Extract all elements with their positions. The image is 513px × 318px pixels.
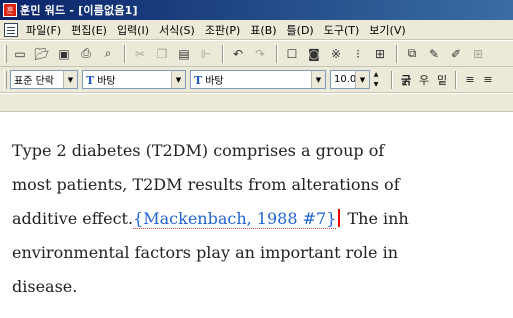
title-bar: 훈 훈민 워드 - [이름없음1] <box>0 0 513 20</box>
special-char-2-icon[interactable]: ⁝ <box>348 44 368 64</box>
paragraph-line: disease. <box>12 277 78 296</box>
spin-down-icon[interactable]: ▼ <box>371 80 381 90</box>
font-size-value: 10.0 <box>334 74 355 85</box>
paragraph-style-select[interactable]: 표준 단락 ▼ <box>10 70 78 89</box>
paragraph-line: Type 2 diabetes (T2DM) comprises a group… <box>12 141 385 160</box>
paragraph-style-value: 표준 단락 <box>14 76 54 87</box>
toolbar-grip[interactable] <box>4 44 7 63</box>
toolbar-grip[interactable] <box>4 70 7 89</box>
toolbar-separator <box>124 44 126 63</box>
chevron-down-icon[interactable]: ▼ <box>311 71 325 88</box>
menu-frame[interactable]: 틀(D) <box>282 22 319 38</box>
standard-toolbar: ▭ 📂︎ ▣ ⎙ ⌕ ✂ ❐ ▤ ⊩ ↶ ↷ ☐ ◙ ※ ⁝ ⊞ ⧉ ✎ ✐ ⊞ <box>0 41 513 67</box>
toolbar-separator <box>396 44 398 63</box>
cut-icon[interactable]: ✂ <box>130 44 150 64</box>
insert-box-icon[interactable]: ☐ <box>282 44 302 64</box>
toolbar-separator <box>222 44 224 63</box>
insert-table-icon[interactable]: ⊞ <box>370 44 390 64</box>
window-title: 훈민 워드 - [이름없음1] <box>20 4 138 17</box>
special-char-icon[interactable]: ※ <box>326 44 346 64</box>
highlighter-icon[interactable]: ✎ <box>424 44 444 64</box>
columns-icon[interactable]: ⧉ <box>402 44 422 64</box>
redo-icon[interactable]: ↷ <box>250 44 270 64</box>
ruler <box>0 94 513 112</box>
format-painter-icon[interactable]: ⊩ <box>196 44 216 64</box>
font-size-spinner[interactable]: ▲ ▼ <box>371 70 381 89</box>
font-size-select[interactable]: 10.0 ▼ <box>330 70 370 89</box>
italic-button[interactable]: 우 <box>415 70 433 89</box>
menu-table[interactable]: 표(B) <box>245 22 281 38</box>
document-icon[interactable] <box>4 22 18 37</box>
menu-input[interactable]: 입력(I) <box>112 22 154 38</box>
bold-button[interactable]: 굵 <box>397 70 415 89</box>
menu-edit[interactable]: 편집(E) <box>66 22 112 38</box>
paragraph-text: additive effect. <box>12 209 134 228</box>
undo-icon[interactable]: ↶ <box>228 44 248 64</box>
paragraph-line: most patients, T2DM results from alterat… <box>12 175 400 194</box>
menu-view[interactable]: 보기(V) <box>364 22 410 38</box>
align-left-icon[interactable]: ≡ <box>461 70 479 89</box>
copy-icon[interactable]: ❐ <box>152 44 172 64</box>
chevron-down-icon[interactable]: ▼ <box>63 71 77 88</box>
new-document-icon[interactable]: ▭ <box>10 44 30 64</box>
paragraph-line: additive effect.{Mackenbach, 1988 #7} Th… <box>12 209 409 229</box>
insert-image-icon[interactable]: ◙ <box>304 44 324 64</box>
paste-icon[interactable]: ▤ <box>174 44 194 64</box>
font-2-value: 바탕 <box>205 76 224 87</box>
menu-format[interactable]: 서식(S) <box>154 22 200 38</box>
save-icon[interactable]: ▣ <box>54 44 74 64</box>
open-folder-icon[interactable]: 📂︎ <box>32 44 52 64</box>
toolbar-separator <box>455 70 457 89</box>
paragraph-line: environmental factors play an important … <box>12 243 398 262</box>
font-select-2[interactable]: T 바탕 ▼ <box>190 70 326 89</box>
truetype-font-icon: T <box>86 74 95 87</box>
document-area[interactable]: Type 2 diabetes (T2DM) comprises a group… <box>0 112 513 318</box>
menu-tools[interactable]: 도구(T) <box>319 22 365 38</box>
font-1-value: 바탕 <box>97 76 116 87</box>
print-preview-icon[interactable]: ⌕ <box>98 44 118 64</box>
truetype-font-icon: T <box>194 74 203 87</box>
menu-bar: 파일(F) 편집(E) 입력(I) 서식(S) 조판(P) 표(B) 틀(D) … <box>0 20 513 40</box>
text-cursor <box>338 209 341 227</box>
toolbar-separator <box>276 44 278 63</box>
menu-layout[interactable]: 조판(P) <box>200 22 245 38</box>
align-center-icon[interactable]: ≡ <box>479 70 497 89</box>
app-logo-icon: 훈 <box>3 3 17 17</box>
formatting-toolbar: 표준 단락 ▼ T 바탕 ▼ T 바탕 ▼ 10.0 ▼ ▲ ▼ 굵 우 밑 ≡ ≡ <box>0 67 513 93</box>
chevron-down-icon[interactable]: ▼ <box>355 71 369 88</box>
paragraph-text: The inh <box>342 209 409 228</box>
spin-up-icon[interactable]: ▲ <box>371 70 381 80</box>
font-select-1[interactable]: T 바탕 ▼ <box>82 70 186 89</box>
draw-icon[interactable]: ✐ <box>446 44 466 64</box>
citation-field[interactable]: {Mackenbach, 1988 #7} <box>133 209 337 229</box>
toolbar-separator <box>391 70 393 89</box>
chevron-down-icon[interactable]: ▼ <box>171 71 185 88</box>
menu-file[interactable]: 파일(F) <box>21 22 66 38</box>
grid-icon[interactable]: ⊞ <box>468 44 488 64</box>
print-icon[interactable]: ⎙ <box>76 44 96 64</box>
underline-button[interactable]: 밑 <box>433 70 451 89</box>
